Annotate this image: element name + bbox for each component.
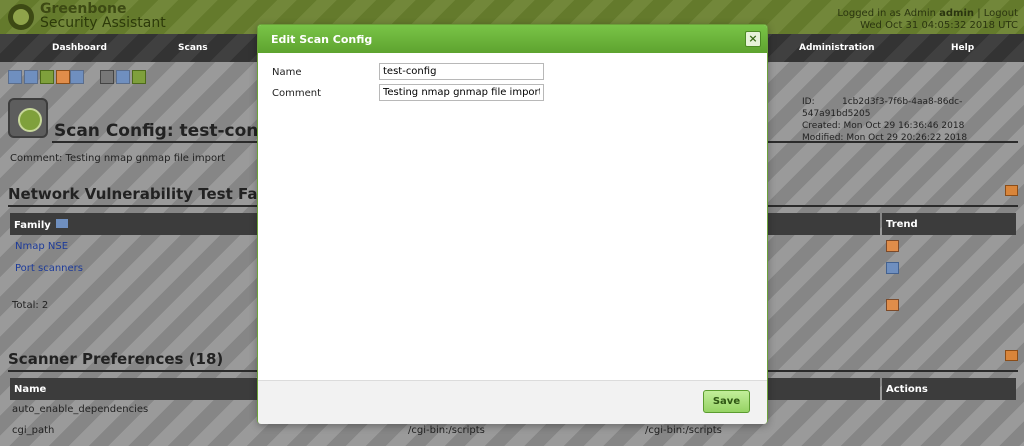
brand-subtitle: Security Assistant (40, 15, 166, 31)
close-icon[interactable]: × (745, 31, 761, 47)
pref-name-cgi-path: cgi_path (12, 425, 55, 436)
dialog-footer: Save (258, 380, 767, 424)
col-name-label: Name (14, 384, 47, 395)
userbar-separator: | (977, 8, 981, 19)
meta-created-value: Mon Oct 29 16:36:46 2018 (843, 121, 965, 131)
page-title: Scan Config: test-conf (54, 121, 266, 141)
families-total: Total: 2 (12, 300, 49, 311)
comment-field[interactable] (379, 84, 544, 101)
edit-families-icon[interactable] (1005, 185, 1018, 196)
dialog-header[interactable]: Edit Scan Config × (258, 25, 767, 53)
name-field[interactable] (379, 63, 544, 80)
nav-scans[interactable]: Scans (178, 43, 208, 53)
logged-in-prefix: Logged in as (837, 8, 901, 19)
pref-value-default: /cgi-bin:/scripts (645, 425, 722, 436)
nav-dashboard[interactable]: Dashboard (52, 43, 107, 53)
wrench-icon[interactable] (116, 70, 130, 84)
trend-same-icon (886, 262, 899, 274)
user-bar: Logged in as Admin admin | Logout Wed Oc… (837, 8, 1018, 32)
family-link-nmap-nse[interactable]: Nmap NSE (15, 241, 68, 252)
col-trend-label: Trend (886, 219, 918, 230)
edit-scan-config-dialog: Edit Scan Config × Name Comment Save (257, 24, 768, 424)
brand: Greenbone Security Assistant (40, 2, 166, 30)
col-actions-header: Actions (882, 378, 1016, 400)
user-role: Admin (904, 8, 936, 19)
current-datetime: Wed Oct 31 04:05:32 2018 UTC (860, 20, 1018, 31)
nvt-families-heading: Network Vulnerability Test Fa (8, 185, 258, 203)
name-label: Name (272, 67, 302, 78)
family-link-port-scanners[interactable]: Port scanners (15, 263, 83, 274)
username-link[interactable]: admin (939, 8, 974, 19)
trend-up-icon (886, 240, 899, 252)
comment-label: Comment (272, 88, 321, 99)
dialog-title: Edit Scan Config (271, 33, 373, 46)
help-icon[interactable] (8, 70, 22, 84)
meta-modified-label: Modified: (802, 133, 844, 143)
pref-value-current: /cgi-bin:/scripts (408, 425, 485, 436)
new-icon[interactable] (24, 70, 38, 84)
clone-icon[interactable] (40, 70, 54, 84)
list-icon[interactable] (70, 70, 84, 84)
nav-administration[interactable]: Administration (799, 43, 875, 53)
scan-config-icon (8, 98, 48, 138)
config-meta: ID: 1cb2d3f3-7f6b-4aa8-86dc-547a91bd5205 … (802, 96, 1024, 144)
edit-icon[interactable] (56, 70, 70, 84)
total-trend-icon (886, 299, 899, 311)
config-comment: Comment: Testing nmap gnmap file import (10, 153, 226, 164)
col-actions-label: Actions (886, 384, 928, 395)
edit-prefs-icon[interactable] (1005, 350, 1018, 361)
nav-help[interactable]: Help (951, 43, 974, 53)
meta-id-label: ID: (802, 97, 815, 107)
logout-link[interactable]: Logout (984, 8, 1018, 19)
save-button[interactable]: Save (703, 390, 750, 413)
trashcan-icon[interactable] (100, 70, 114, 84)
meta-modified-value: Mon Oct 29 20:26:22 2018 (846, 133, 968, 143)
pref-name-auto-enable: auto_enable_dependencies (12, 404, 149, 415)
meta-created-label: Created: (802, 121, 841, 131)
export-icon[interactable] (132, 70, 146, 84)
scanner-prefs-heading: Scanner Preferences (18) (8, 350, 224, 368)
greenbone-logo-icon (6, 2, 36, 32)
col-family-label: Family (14, 220, 51, 231)
col-trend-header: Trend (882, 213, 1016, 235)
sort-icon[interactable] (56, 219, 69, 228)
